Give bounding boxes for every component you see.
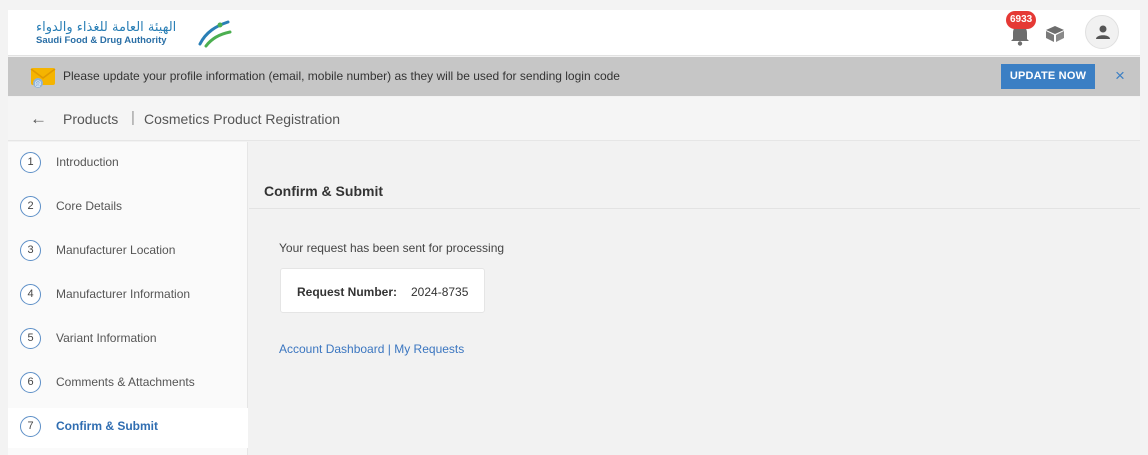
step-number: 4 bbox=[20, 284, 41, 305]
request-number-card: Request Number: 2024-8735 bbox=[280, 268, 485, 313]
breadcrumb-current-page: Cosmetics Product Registration bbox=[144, 111, 341, 127]
breadcrumb-products[interactable]: Products bbox=[63, 111, 118, 127]
mail-icon: @ bbox=[30, 68, 56, 88]
status-message: Your request has been sent for processin… bbox=[279, 241, 505, 255]
my-requests-link[interactable]: My Requests bbox=[394, 342, 464, 356]
link-separator: | bbox=[387, 342, 391, 356]
close-notice-icon[interactable]: × bbox=[1115, 66, 1125, 86]
step-number: 5 bbox=[20, 328, 41, 349]
step-label: Manufacturer Information bbox=[56, 287, 191, 301]
back-arrow-icon[interactable]: ← bbox=[30, 109, 47, 129]
user-avatar-button[interactable] bbox=[1085, 15, 1119, 49]
page-title: Confirm & Submit bbox=[264, 183, 383, 199]
sfda-logo[interactable]: الهيئة العامة للغذاء والدواء Saudi Food … bbox=[36, 18, 236, 50]
logo-english-text: Saudi Food & Drug Authority bbox=[36, 35, 167, 46]
step-core-details[interactable]: 2 Core Details bbox=[8, 188, 248, 228]
step-manufacturer-location[interactable]: 3 Manufacturer Location bbox=[8, 232, 248, 272]
title-divider bbox=[249, 208, 1140, 209]
step-number: 3 bbox=[20, 240, 41, 261]
account-dashboard-link[interactable]: Account Dashboard bbox=[279, 342, 384, 356]
breadcrumb-separator: | bbox=[131, 109, 135, 126]
step-number: 1 bbox=[20, 152, 41, 173]
step-label: Manufacturer Location bbox=[56, 243, 176, 257]
notification-count-badge: 6933 bbox=[1006, 11, 1037, 29]
result-links: Account Dashboard | My Requests bbox=[279, 342, 464, 356]
step-label: Introduction bbox=[56, 155, 119, 169]
logo-mark-icon bbox=[198, 20, 232, 48]
step-manufacturer-information[interactable]: 4 Manufacturer Information bbox=[8, 276, 248, 316]
step-label: Comments & Attachments bbox=[56, 375, 195, 389]
step-number: 2 bbox=[20, 196, 41, 217]
step-confirm-submit[interactable]: 7 Confirm & Submit bbox=[8, 408, 248, 448]
request-number-value: 2024-8735 bbox=[411, 285, 469, 299]
breadcrumb: ← Products | Cosmetics Product Registrat… bbox=[8, 97, 1140, 141]
step-number: 7 bbox=[20, 416, 41, 437]
update-now-button[interactable]: UPDATE NOW bbox=[1001, 64, 1095, 89]
user-icon bbox=[1096, 25, 1110, 39]
step-introduction[interactable]: 1 Introduction bbox=[8, 144, 248, 184]
top-header: الهيئة العامة للغذاء والدواء Saudi Food … bbox=[8, 10, 1140, 56]
package-icon[interactable] bbox=[1044, 25, 1066, 43]
notice-message: Please update your profile information (… bbox=[63, 69, 620, 83]
step-label: Variant Information bbox=[56, 331, 157, 345]
profile-update-notice: @ Please update your profile information… bbox=[8, 57, 1140, 96]
step-number: 6 bbox=[20, 372, 41, 393]
main-content: Confirm & Submit Your request has been s… bbox=[249, 142, 1140, 455]
logo-arabic-text: الهيئة العامة للغذاء والدواء bbox=[36, 20, 177, 35]
step-label: Confirm & Submit bbox=[56, 419, 158, 433]
request-number-label: Request Number: bbox=[297, 285, 398, 299]
step-comments-attachments[interactable]: 6 Comments & Attachments bbox=[8, 364, 248, 404]
steps-sidebar: 1 Introduction 2 Core Details 3 Manufact… bbox=[8, 142, 248, 455]
step-label: Core Details bbox=[56, 199, 123, 213]
step-variant-information[interactable]: 5 Variant Information bbox=[8, 320, 248, 360]
svg-text:@: @ bbox=[35, 80, 42, 88]
app-window: الهيئة العامة للغذاء والدواء Saudi Food … bbox=[8, 10, 1140, 455]
